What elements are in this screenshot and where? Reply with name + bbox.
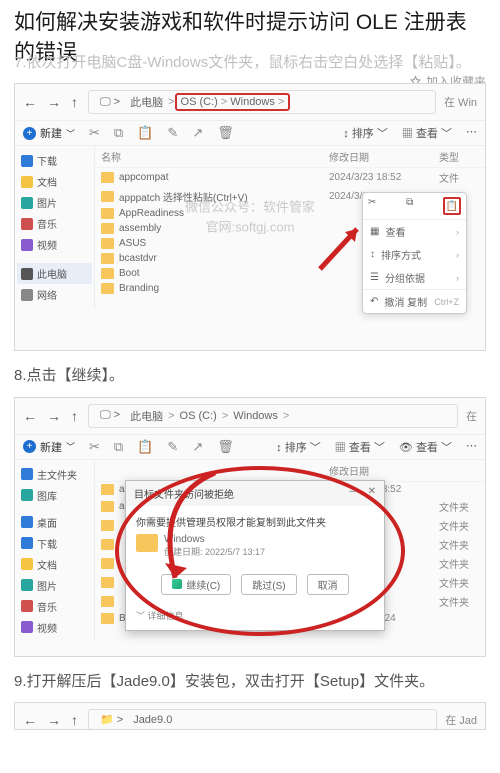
sort-dropdown[interactable]: ↕ 排序 ﹀ <box>343 125 388 141</box>
ctx-cut-icon[interactable]: ✂ <box>368 197 376 215</box>
paste-icon[interactable]: 📋 <box>137 125 153 141</box>
sort-dropdown[interactable]: ↕ 排序 ﹀ <box>276 439 321 455</box>
search-hint: 在 <box>466 408 477 424</box>
breadcrumb[interactable]: 🖵 > 此电脑> OS (C:)> Windows> <box>88 404 458 428</box>
see-dropdown[interactable]: 👁 查看 ﹀ <box>399 439 452 455</box>
shield-icon <box>172 579 182 589</box>
ctx-sort[interactable]: ↕ 排序方式› <box>363 243 466 266</box>
context-menu: ✂ ⧉ 📋 ▦ 查看› ↕ 排序方式› ☰ 分组依据› ↶ 撤消 复制Ctrl+… <box>362 192 467 314</box>
search-hint: 在 Win <box>444 94 477 110</box>
permission-dialog: 目标文件夹访问被拒绝— ✕ 你需要提供管理员权限才能复制到此文件夹 Window… <box>125 480 385 631</box>
continue-button[interactable]: 继续(C) <box>161 574 231 595</box>
view-dropdown[interactable]: ▦ 查看 ﹀ <box>402 125 452 141</box>
screenshot-paste: ← → ↑ 🖵 > 此电脑> OS (C:) > Windows > 在 Win… <box>14 83 486 351</box>
copy-icon[interactable]: ⧉ <box>114 125 123 141</box>
close-icon[interactable]: — ✕ <box>349 486 376 501</box>
dialog-message: 你需要提供管理员权限才能复制到此文件夹 <box>136 514 374 529</box>
up-icon[interactable]: ↑ <box>71 94 78 110</box>
forward-icon[interactable]: → <box>47 94 61 110</box>
sidebar: 下载 文档 图片 音乐 视频 此电脑 网络 <box>15 146 95 309</box>
new-button[interactable]: +新建 ﹀ <box>23 439 75 455</box>
step-7-text: 7.依次打开电脑C盘-Windows文件夹，鼠标右击空白处选择【粘贴】。 <box>0 46 500 80</box>
ctx-copy-icon[interactable]: ⧉ <box>406 197 413 215</box>
forward-icon[interactable]: → <box>47 408 61 424</box>
up-icon[interactable]: ↑ <box>71 408 78 424</box>
rename-icon[interactable]: ✎ <box>167 125 178 141</box>
back-icon[interactable]: ← <box>23 94 37 110</box>
share-icon[interactable]: ↗ <box>192 125 203 141</box>
skip-button[interactable]: 跳过(S) <box>241 574 296 595</box>
view-dropdown[interactable]: ▦ 查看 ﹀ <box>335 439 385 455</box>
sidebar: 主文件夹 图库 桌面 下载 文档 图片 音乐 视频 <box>15 460 95 642</box>
more-icon[interactable]: ⋯ <box>466 125 477 141</box>
ctx-paste-button[interactable]: 📋 <box>443 197 461 215</box>
cut-icon[interactable]: ✂ <box>89 125 100 141</box>
screenshot-jade: ←→↑ 📁 >Jade9.0 在 Jad <box>14 702 486 730</box>
step-9-text: 9.打开解压后【Jade9.0】安装包，双击打开【Setup】文件夹。 <box>0 665 500 699</box>
breadcrumb[interactable]: 🖵 > 此电脑> OS (C:) > Windows > <box>88 90 436 114</box>
ctx-view[interactable]: ▦ 查看› <box>363 220 466 243</box>
back-icon[interactable]: ← <box>23 408 37 424</box>
ctx-group[interactable]: ☰ 分组依据› <box>363 266 466 289</box>
folder-icon <box>136 534 158 552</box>
cancel-button[interactable]: 取消 <box>307 574 349 595</box>
ctx-undo[interactable]: ↶ 撤消 复制Ctrl+Z <box>363 289 466 313</box>
table-row: appcompat2024/3/23 18:52文件 <box>95 168 485 187</box>
screenshot-continue: ← → ↑ 🖵 > 此电脑> OS (C:)> Windows> 在 +新建 ﹀… <box>14 397 486 657</box>
new-button[interactable]: +新建 ﹀ <box>23 125 75 141</box>
delete-icon[interactable]: 🗑 <box>217 125 234 141</box>
detail-toggle[interactable]: ﹀ 详细信息 <box>126 605 384 630</box>
step-8-text: 8.点击【继续】。 <box>0 359 500 393</box>
